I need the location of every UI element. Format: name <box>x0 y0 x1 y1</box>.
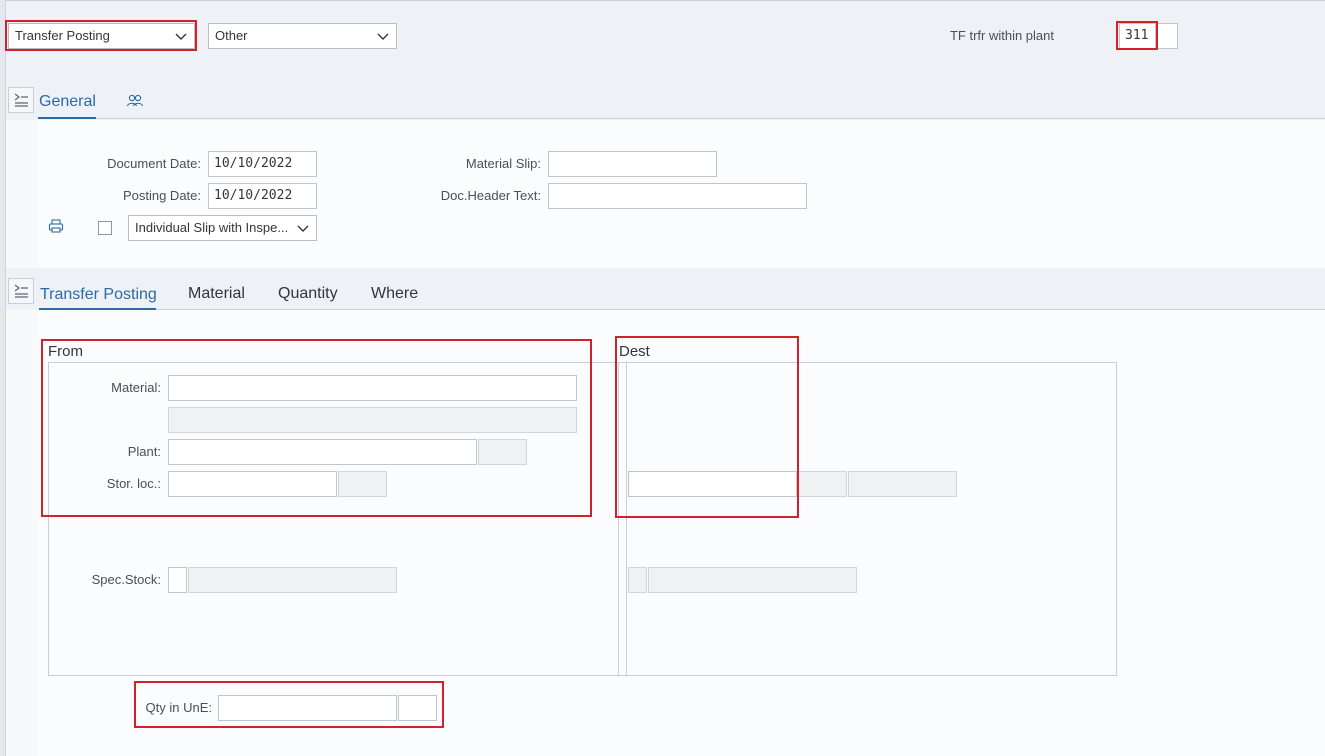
document-date-input[interactable]: 10/10/2022 <box>208 151 317 177</box>
material-slip-input[interactable] <box>548 151 717 177</box>
tab-transfer-posting-underline <box>39 308 156 310</box>
tab-general-underline <box>38 117 96 119</box>
tab-separator <box>156 309 1325 310</box>
movement-type-indicator-input[interactable] <box>1156 23 1178 49</box>
material-slip-label: Material Slip: <box>465 156 541 171</box>
highlight-quantity <box>134 681 444 728</box>
collapse-general-button[interactable] <box>8 87 34 113</box>
reference-select-value: Other <box>215 28 248 43</box>
from-spec-stock-label: Spec.Stock: <box>91 572 161 587</box>
from-spec-stock-input[interactable] <box>168 567 187 593</box>
slip-type-select[interactable]: Individual Slip with Inspe... <box>128 215 317 241</box>
print-button[interactable] <box>48 218 64 234</box>
dest-spec-stock-description <box>648 567 857 593</box>
dest-stor-loc-code <box>798 471 847 497</box>
collapse-panel-icon <box>14 93 28 107</box>
tab-material[interactable]: Material <box>188 284 245 304</box>
tab-partners[interactable] <box>126 93 144 109</box>
doc-header-text-input[interactable] <box>548 183 807 209</box>
movement-type-label: TF trfr within plant <box>949 28 1054 43</box>
posting-date-label: Posting Date: <box>122 188 201 203</box>
printer-icon <box>48 219 64 233</box>
highlight-movement-type <box>1116 21 1158 50</box>
chevron-down-icon <box>297 225 309 232</box>
tab-transfer-posting[interactable]: Transfer Posting <box>40 285 157 305</box>
document-date-label: Document Date: <box>107 156 201 171</box>
from-spec-stock-description <box>188 567 397 593</box>
doc-header-text-label: Doc.Header Text: <box>440 188 541 203</box>
print-checkbox[interactable] <box>98 221 112 235</box>
slip-type-select-value: Individual Slip with Inspe... <box>135 220 289 235</box>
general-tab-strip <box>6 86 1325 120</box>
posting-date-input[interactable]: 10/10/2022 <box>208 183 317 209</box>
tab-separator <box>96 118 1325 119</box>
dest-spec-stock-input <box>628 567 647 593</box>
collapse-detail-button[interactable] <box>8 278 34 304</box>
tab-where[interactable]: Where <box>371 284 418 304</box>
chevron-down-icon <box>377 33 389 40</box>
tab-general[interactable]: General <box>39 92 96 112</box>
highlight-dest-group <box>615 336 799 518</box>
tab-quantity[interactable]: Quantity <box>278 284 338 304</box>
dest-stor-loc-description <box>848 471 957 497</box>
reference-select[interactable]: Other <box>208 23 397 49</box>
highlight-action-select <box>5 20 197 51</box>
users-icon <box>126 94 144 107</box>
highlight-from-group <box>41 339 592 517</box>
collapse-panel-icon <box>14 284 28 298</box>
